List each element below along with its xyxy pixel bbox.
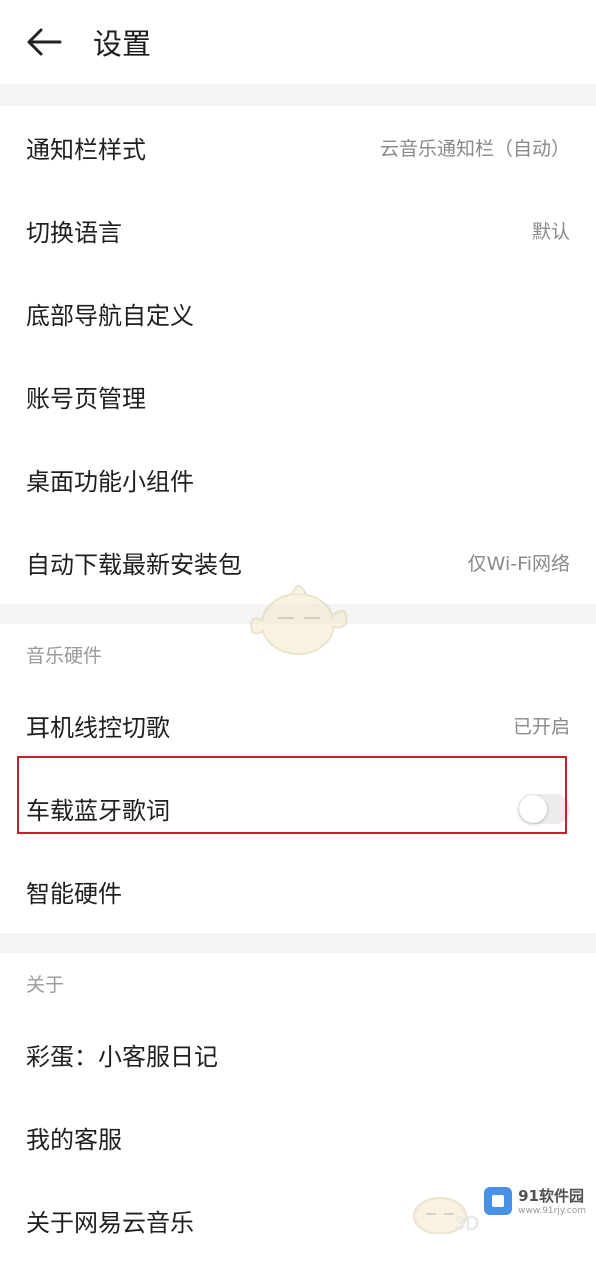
arrow-left-icon <box>27 28 62 56</box>
row-label: 彩蛋：小客服日记 <box>26 1043 218 1071</box>
settings-row-language[interactable]: 切换语言 默认 <box>0 189 596 272</box>
settings-row-headset-control[interactable]: 耳机线控切歌 已开启 <box>0 684 596 767</box>
row-label: 自动下载最新安装包 <box>26 551 242 579</box>
row-label: 车载蓝牙歌词 <box>26 797 170 825</box>
row-value: 仅Wi-Fi网络 <box>467 553 570 575</box>
row-label: 智能硬件 <box>26 880 122 908</box>
section-header-label: 音乐硬件 <box>26 644 103 667</box>
row-label: 账号页管理 <box>26 385 146 413</box>
row-value: 默认 <box>531 221 570 243</box>
top-bar: 设置 <box>0 0 596 84</box>
watermark-brand: 91软件园 <box>518 1187 584 1205</box>
row-value: 已开启 <box>512 716 570 738</box>
settings-general-section: 通知栏样式 云音乐通知栏（自动） 切换语言 默认 底部导航自定义 账号页管理 桌… <box>0 106 596 604</box>
row-label: 底部导航自定义 <box>26 302 194 330</box>
settings-row-desktop-widget[interactable]: 桌面功能小组件 <box>0 438 596 521</box>
watermark-logo-icon <box>484 1186 513 1215</box>
car-bluetooth-lyrics-toggle[interactable] <box>518 793 570 824</box>
section-header: 音乐硬件 <box>0 624 596 684</box>
settings-row-bottom-nav[interactable]: 底部导航自定义 <box>0 272 596 355</box>
site-watermark: 91软件园 www.91rjy.com <box>484 1185 586 1216</box>
settings-row-auto-download[interactable]: 自动下载最新安装包 仅Wi-Fi网络 <box>0 521 596 604</box>
settings-row-my-service[interactable]: 我的客服 <box>0 1096 596 1179</box>
row-label: 关于网易云音乐 <box>26 1209 194 1237</box>
row-value: 云音乐通知栏（自动） <box>379 138 570 160</box>
row-label: 通知栏样式 <box>26 136 146 164</box>
toggle-knob <box>519 794 547 823</box>
row-label: 我的客服 <box>26 1126 122 1154</box>
section-header: 关于 <box>0 953 596 1013</box>
settings-row-account-page[interactable]: 账号页管理 <box>0 355 596 438</box>
row-label: 桌面功能小组件 <box>26 468 194 496</box>
settings-row-smart-hardware[interactable]: 智能硬件 <box>0 850 596 933</box>
back-button[interactable] <box>26 22 66 62</box>
settings-row-easter-egg[interactable]: 彩蛋：小客服日记 <box>0 1013 596 1096</box>
settings-row-notification-style[interactable]: 通知栏样式 云音乐通知栏（自动） <box>0 106 596 189</box>
row-label: 耳机线控切歌 <box>26 714 170 742</box>
page-title: 设置 <box>93 27 152 61</box>
section-header-label: 关于 <box>26 973 65 996</box>
row-label: 切换语言 <box>26 219 122 247</box>
watermark-url: www.91rjy.com <box>518 1206 586 1216</box>
settings-row-car-bluetooth-lyrics[interactable]: 车载蓝牙歌词 <box>0 767 596 850</box>
settings-hardware-section: 音乐硬件 耳机线控切歌 已开启 车载蓝牙歌词 智能硬件 <box>0 624 596 933</box>
